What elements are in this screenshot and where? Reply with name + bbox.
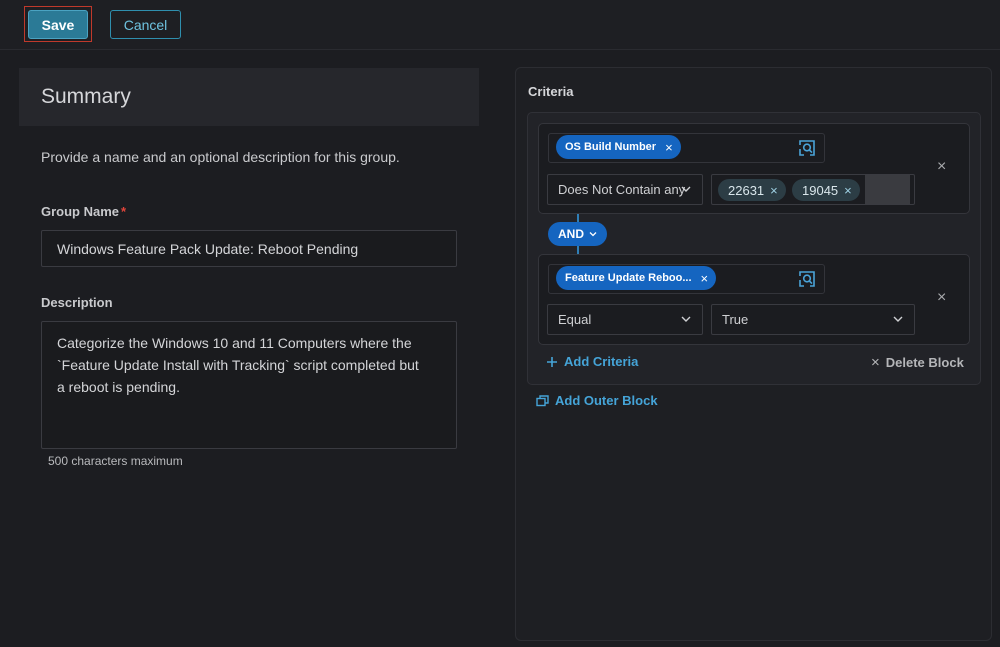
conjunction-label: AND — [558, 227, 584, 241]
chevron-down-icon — [681, 186, 691, 192]
required-marker: * — [121, 204, 127, 219]
value-chip-label: 22631 — [728, 182, 765, 198]
field-search-icon[interactable] — [798, 139, 816, 157]
group-name-input[interactable]: Windows Feature Pack Update: Reboot Pend… — [41, 230, 457, 267]
field-chip-os-build-number[interactable]: OS Build Number × — [556, 135, 681, 159]
description-textarea[interactable]: Categorize the Windows 10 and 11 Compute… — [41, 321, 457, 449]
cancel-button[interactable]: Cancel — [110, 10, 181, 39]
values-text-input[interactable] — [865, 175, 910, 204]
description-helper-text: 500 characters maximum — [48, 454, 183, 468]
save-button[interactable]: Save — [28, 10, 88, 39]
remove-field-icon[interactable]: × — [701, 271, 709, 286]
field-chip-label: OS Build Number — [565, 141, 657, 153]
description-label: Description — [41, 295, 113, 310]
field-chip-label: Feature Update Reboo... — [565, 272, 692, 284]
conjunction-dropdown[interactable]: AND — [548, 222, 607, 246]
group-name-label-text: Group Name — [41, 204, 120, 219]
values-multiselect[interactable]: 22631 × 19045 × — [711, 174, 915, 205]
chevron-down-icon — [589, 232, 597, 237]
add-outer-block-label: Add Outer Block — [555, 393, 658, 408]
summary-header: Summary — [19, 68, 479, 126]
operator-select-1[interactable]: Does Not Contain any — [547, 174, 703, 205]
add-outer-block-button[interactable]: Add Outer Block — [536, 393, 658, 408]
delete-block-button[interactable]: × Delete Block — [871, 354, 964, 371]
value-chip[interactable]: 19045 × — [792, 179, 860, 201]
field-chip-feature-update-reboot[interactable]: Feature Update Reboo... × — [556, 266, 717, 290]
remove-criteria-2-icon[interactable]: × — [937, 289, 946, 307]
operator-select-2[interactable]: Equal — [547, 304, 703, 335]
criteria-title: Criteria — [528, 84, 574, 99]
value-chip[interactable]: 22631 × — [718, 179, 786, 201]
value-chip-label: 19045 — [802, 182, 839, 198]
remove-field-icon[interactable]: × — [665, 140, 673, 155]
operator-select-1-value: Does Not Contain any — [558, 182, 686, 197]
delete-block-label: Delete Block — [885, 355, 964, 370]
stack-blocks-icon — [536, 394, 549, 406]
remove-value-icon[interactable]: × — [844, 183, 852, 198]
close-icon: × — [871, 354, 880, 371]
remove-criteria-1-icon[interactable]: × — [937, 158, 946, 176]
summary-description: Provide a name and an optional descripti… — [41, 149, 400, 165]
connector-line-bottom — [577, 246, 579, 254]
chevron-down-icon — [893, 316, 903, 322]
group-name-label: Group Name * — [41, 204, 126, 219]
chevron-down-icon — [681, 316, 691, 322]
add-criteria-label: Add Criteria — [564, 354, 639, 369]
field-search-icon[interactable] — [798, 270, 816, 288]
plus-icon — [547, 356, 557, 367]
value-select-2[interactable]: True — [711, 304, 915, 335]
connector-line-top — [577, 214, 579, 222]
summary-title: Summary — [41, 85, 131, 108]
operator-select-2-value: Equal — [558, 312, 592, 327]
value-select-2-value: True — [722, 312, 749, 327]
remove-value-icon[interactable]: × — [770, 183, 778, 198]
add-criteria-button[interactable]: Add Criteria — [546, 354, 638, 369]
